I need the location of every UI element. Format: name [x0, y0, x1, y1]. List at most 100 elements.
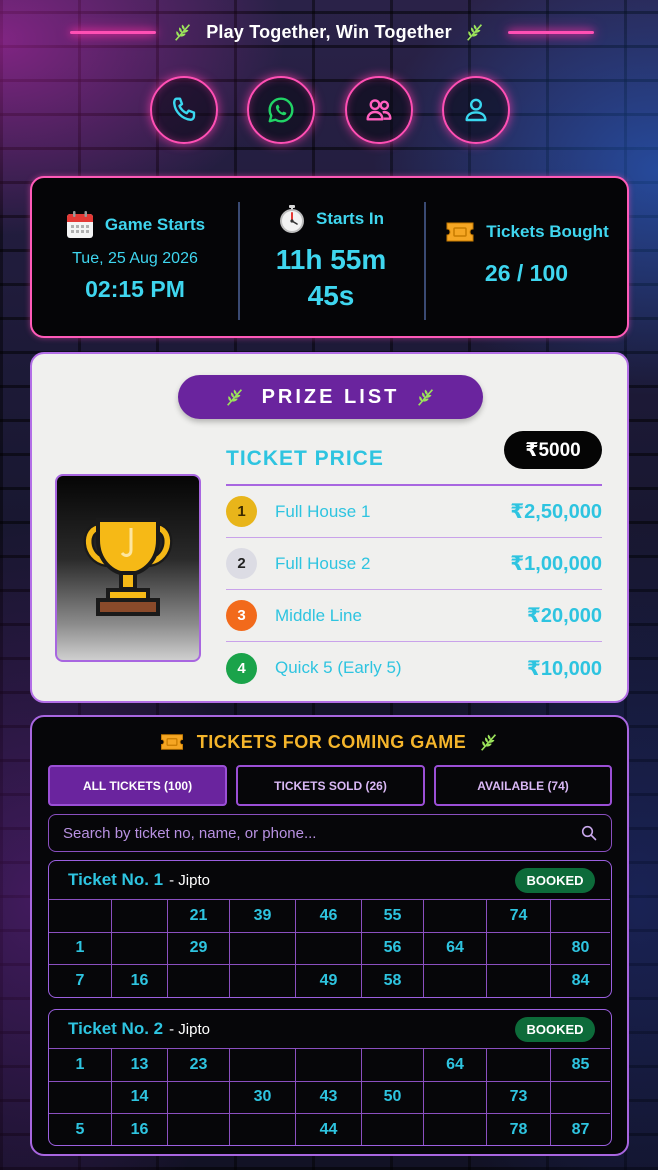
prize-amount: ₹10,000	[526, 657, 602, 680]
countdown-timer: 11h 55m 45s	[276, 242, 387, 314]
ticket-cell: 14	[112, 1080, 168, 1113]
countdown-hours-minutes: 11h 55m	[275, 244, 387, 275]
ticket-cell: 16	[112, 1113, 168, 1145]
user-icon	[465, 98, 487, 122]
ticket-cell	[487, 931, 551, 964]
group-button[interactable]	[345, 76, 413, 144]
ticket-cell	[230, 964, 296, 997]
prize-amount: ₹1,00,000	[510, 553, 602, 575]
prize-row: 4 Quick 5 (Early 5) ₹10,000	[226, 642, 602, 694]
ticket-cell	[424, 899, 487, 932]
rank-badge: 3	[226, 600, 257, 631]
trophy-icon	[83, 518, 173, 616]
rank-badge: 2	[226, 548, 257, 579]
prize-name: Full House 1	[275, 501, 371, 521]
ticket-cell	[551, 1080, 610, 1114]
ticket-cell: 64	[424, 931, 487, 964]
ticket-cell: 39	[230, 899, 296, 932]
ticket-cell	[230, 931, 296, 964]
ticket-cell: 23	[168, 1048, 230, 1081]
header-title: Play Together, Win Together	[206, 21, 452, 42]
ticket-cell: 74	[487, 899, 551, 932]
prize-name: Full House 2	[275, 553, 371, 573]
ticket-cell: 80	[551, 931, 610, 965]
prize-name: Middle Line	[275, 605, 362, 625]
group-icon	[366, 99, 392, 121]
tickets-section: TICKETS FOR COMING GAME ALL TICKETS (100…	[30, 715, 629, 1156]
ticket-cell	[362, 1113, 424, 1145]
tab-all-tickets[interactable]: ALL TICKETS (100)	[48, 765, 227, 806]
rank-badge: 4	[226, 652, 257, 684]
ticket-cell: 29	[168, 931, 230, 964]
ticket-cell: 49	[296, 964, 362, 997]
ticket-cell: 1	[49, 931, 112, 964]
ticket-cell: 13	[112, 1048, 168, 1081]
phone-button[interactable]	[150, 76, 218, 144]
tab-available[interactable]: AVAILABLE (74)	[434, 765, 612, 806]
tickets-section-header: TICKETS FOR COMING GAME	[32, 731, 627, 753]
prize-row: 2 Full House 2 ₹1,00,000	[226, 538, 602, 590]
ticket-cell: 50	[362, 1080, 424, 1113]
ticket-cell: 85	[551, 1048, 610, 1081]
tickets-bought-stat: Tickets Bought 26 / 100	[424, 178, 629, 338]
ticket-cell: 30	[230, 1080, 296, 1113]
ticket-grid: 1 13 23 64 85 14 30 43 50 73 5 16 44 78 87	[49, 1048, 611, 1145]
ticket-cell	[49, 1080, 112, 1113]
ticket-search-input[interactable]	[63, 824, 581, 842]
ticket-holder: - Jipto	[169, 1020, 210, 1038]
whatsapp-icon	[268, 97, 294, 123]
ticket-cell	[230, 1113, 296, 1145]
status-badge: BOOKED	[515, 1016, 595, 1042]
ticket-cell	[168, 964, 230, 997]
starts-in-header: Starts In	[278, 204, 384, 234]
ticket-card[interactable]: Ticket No. 1 - Jipto BOOKED 21 39 46 55 74 1 2…	[48, 860, 612, 998]
ticket-cell	[230, 1048, 296, 1081]
user-button[interactable]	[442, 76, 510, 144]
leaf-icon	[481, 734, 497, 751]
ticket-cell	[487, 964, 551, 997]
prize-name: Quick 5 (Early 5)	[275, 658, 402, 677]
prize-list-header: PRIZE LIST	[178, 375, 483, 419]
ticket-icon	[160, 734, 183, 750]
stopwatch-icon	[279, 205, 304, 233]
ticket-search-box	[48, 814, 612, 852]
ticket-cell	[168, 1113, 230, 1145]
phone-icon	[173, 97, 196, 121]
ticket-cell: 56	[362, 931, 424, 964]
ticket-cell: 1	[49, 1048, 112, 1081]
prize-amount: ₹2,50,000	[510, 501, 602, 523]
ticket-price-label: TICKET PRICE	[226, 447, 384, 470]
search-icon[interactable]	[581, 825, 597, 841]
ticket-cell: 55	[362, 899, 424, 932]
neon-line-left	[70, 31, 156, 34]
prize-list-title: PRIZE LIST	[261, 385, 400, 408]
tickets-bought-header: Tickets Bought	[444, 220, 609, 244]
ticket-cell: 7	[49, 964, 112, 997]
whatsapp-button[interactable]	[247, 76, 315, 144]
ticket-number: Ticket No. 2	[68, 1019, 164, 1038]
ticket-cell	[112, 899, 168, 932]
ticket-cell	[296, 1048, 362, 1081]
tickets-bought-value: 26 / 100	[484, 260, 569, 286]
starts-in-label: Starts In	[315, 209, 385, 228]
leaf-icon	[418, 389, 434, 406]
ticket-cell	[551, 899, 610, 932]
ticket-card[interactable]: Ticket No. 2 - Jipto BOOKED 1 13 23 64 85 14 3…	[48, 1009, 612, 1146]
header-inner: Play Together, Win Together	[172, 21, 486, 43]
countdown-seconds: 45s	[307, 280, 355, 311]
ticket-cell: 21	[168, 899, 230, 932]
game-starts-label: Game Starts	[104, 215, 206, 234]
ticket-header: Ticket No. 1 - Jipto BOOKED	[49, 861, 611, 899]
ticket-cell	[424, 1080, 487, 1113]
ticket-cell: 46	[296, 899, 362, 932]
leaf-icon	[466, 24, 482, 41]
game-starts-header: Game Starts	[65, 210, 205, 240]
tab-tickets-sold[interactable]: TICKETS SOLD (26)	[236, 765, 425, 806]
ticket-cell: 87	[551, 1113, 610, 1145]
ticket-icon	[446, 222, 474, 242]
ticket-cell: 84	[551, 964, 610, 997]
prize-row: 3 Middle Line ₹20,000	[226, 590, 602, 642]
ticket-cell: 16	[112, 964, 168, 997]
game-starts-stat: Game Starts Tue, 25 Aug 2026 02:15 PM	[32, 178, 238, 338]
ticket-cell: 73	[487, 1080, 551, 1113]
